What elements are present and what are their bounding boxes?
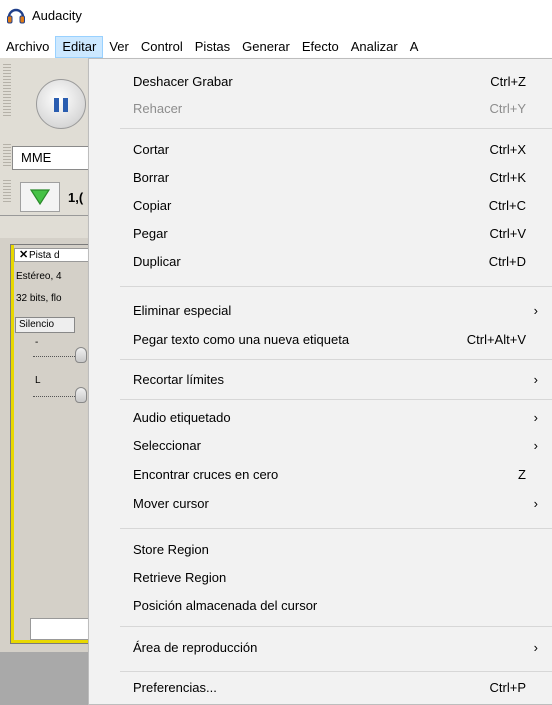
headphones-icon (6, 6, 26, 24)
pause-button[interactable] (36, 79, 86, 129)
menu-separator (120, 286, 552, 287)
menu-pistas[interactable]: Pistas (189, 36, 236, 58)
menu-separator (120, 399, 552, 400)
menu-separator (120, 128, 552, 129)
menu-item-copy[interactable]: Copiar Ctrl+C (89, 193, 552, 219)
menu-item-cut[interactable]: Cortar Ctrl+X (89, 137, 552, 163)
gain-slider[interactable] (33, 345, 93, 363)
menu-ver[interactable]: Ver (103, 36, 135, 58)
chevron-right-icon: › (533, 410, 538, 425)
menu-editar[interactable]: Editar (55, 36, 104, 58)
menu-item-clip-boundaries[interactable]: Recortar límites › (89, 367, 552, 393)
menu-item-paste-new-label[interactable]: Pegar texto como una nueva etiqueta Ctrl… (89, 327, 552, 353)
menu-item-stored-cursor-position[interactable]: Posición almacenada del cursor (89, 593, 552, 619)
pan-slider-knob[interactable] (75, 387, 87, 403)
menu-archivo[interactable]: Archivo (0, 36, 55, 58)
empty-track-area (0, 652, 92, 705)
mute-button[interactable]: Silencio (15, 317, 75, 333)
meter-value: 1,( (68, 190, 84, 205)
track-name-button[interactable]: ✕ Pista d (14, 248, 93, 262)
menu-item-delete[interactable]: Borrar Ctrl+K (89, 165, 552, 191)
menu-item-retrieve-region[interactable]: Retrieve Region (89, 565, 552, 591)
menu-item-play-region[interactable]: Área de reproducción › (89, 635, 552, 661)
audio-host-select[interactable]: MME (12, 146, 92, 170)
menu-bar: Archivo Editar Ver Control Pistas Genera… (0, 36, 552, 58)
track-info-bits: 32 bits, flo (16, 293, 62, 304)
menu-separator (120, 528, 552, 529)
selection-border (11, 640, 93, 643)
title-bar: Audacity (0, 0, 552, 30)
window-title: Audacity (32, 7, 82, 23)
selection-border (11, 245, 14, 643)
toolbar-grip[interactable] (3, 144, 11, 166)
chevron-right-icon: › (533, 496, 538, 511)
menu-item-paste[interactable]: Pegar Ctrl+V (89, 221, 552, 247)
menu-separator (120, 359, 552, 360)
menu-item-find-zero-crossings[interactable]: Encontrar cruces en cero Z (89, 462, 552, 488)
gain-slider-knob[interactable] (75, 347, 87, 363)
menu-control[interactable]: Control (135, 36, 189, 58)
menu-item-move-cursor[interactable]: Mover cursor › (89, 491, 552, 517)
menu-item-labeled-audio[interactable]: Audio etiquetado › (89, 405, 552, 431)
menu-item-redo[interactable]: Rehacer Ctrl+Y (89, 96, 552, 122)
close-icon[interactable]: ✕ (19, 249, 28, 261)
menu-item-store-region[interactable]: Store Region (89, 537, 552, 563)
track-info-format: Estéreo, 4 (16, 271, 62, 282)
menu-item-remove-special[interactable]: Eliminar especial › (89, 298, 552, 324)
ruler-divider (0, 215, 92, 216)
menu-item-preferences[interactable]: Preferencias... Ctrl+P (89, 675, 552, 701)
toolbar-grip[interactable] (3, 180, 11, 202)
menu-analizar[interactable]: Analizar (345, 36, 404, 58)
pan-slider[interactable] (33, 385, 93, 403)
menu-separator (120, 671, 552, 672)
chevron-right-icon: › (533, 640, 538, 655)
menu-generar[interactable]: Generar (236, 36, 296, 58)
chevron-right-icon: › (533, 372, 538, 387)
menu-item-undo[interactable]: Deshacer Grabar Ctrl+Z (89, 69, 552, 95)
track-name: Pista d (29, 250, 60, 261)
menu-item-select[interactable]: Seleccionar › (89, 433, 552, 459)
menu-efecto[interactable]: Efecto (296, 36, 345, 58)
chevron-right-icon: › (533, 438, 538, 453)
edit-menu-dropdown: Deshacer Grabar Ctrl+Z Rehacer Ctrl+Y Co… (88, 58, 552, 705)
track-control-panel: ✕ Pista d Estéreo, 4 32 bits, flo Silenc… (10, 244, 93, 644)
toolbar-grip[interactable] (3, 64, 11, 116)
play-icon (29, 189, 51, 206)
play-meter-button[interactable] (20, 182, 60, 212)
menu-item-duplicate[interactable]: Duplicar Ctrl+D (89, 249, 552, 275)
chevron-right-icon: › (533, 303, 538, 318)
menu-separator (120, 626, 552, 627)
menu-ayuda-partial[interactable]: A (404, 36, 425, 58)
collapse-button[interactable] (30, 618, 92, 640)
